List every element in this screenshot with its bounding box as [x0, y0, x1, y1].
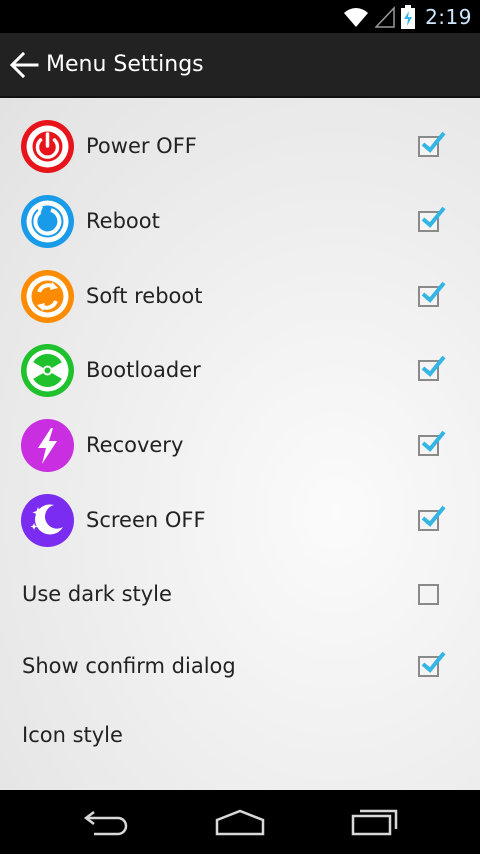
- settings-list[interactable]: Power OFF Reboot Soft reboot Bootloader …: [0, 98, 480, 790]
- nav-home-button[interactable]: [190, 790, 290, 854]
- cell-signal-icon: [375, 6, 395, 28]
- menu-item-label: Bootloader: [86, 358, 201, 382]
- screen-off-icon: [21, 493, 74, 547]
- power-off-checkbox[interactable]: [418, 131, 446, 157]
- nav-recents-icon: [351, 809, 398, 836]
- checkmark-icon: [421, 505, 446, 527]
- checkmark-icon: [421, 355, 446, 377]
- menu-item-recovery[interactable]: Recovery: [0, 408, 480, 482]
- setting-label: Icon style: [22, 723, 123, 747]
- soft-reboot-icon: [21, 269, 74, 323]
- recovery-checkbox[interactable]: [418, 430, 446, 456]
- menu-item-soft-reboot[interactable]: Soft reboot: [0, 259, 480, 333]
- menu-item-label: Soft reboot: [86, 284, 203, 308]
- battery-charging-icon: [401, 5, 416, 29]
- nav-home-icon: [215, 809, 265, 836]
- status-time: 2:19: [425, 5, 472, 29]
- soft-reboot-checkbox[interactable]: [418, 281, 446, 307]
- action-bar: Menu Settings: [0, 33, 480, 98]
- menu-item-label: Recovery: [86, 433, 184, 457]
- confirm-dialog-checkbox[interactable]: [418, 651, 446, 677]
- menu-item-reboot[interactable]: Reboot: [0, 184, 480, 258]
- setting-dark-style[interactable]: Use dark style: [0, 557, 480, 631]
- checkmark-icon: [421, 281, 446, 303]
- bootloader-checkbox[interactable]: [418, 355, 446, 381]
- setting-label: Use dark style: [22, 582, 172, 606]
- checkmark-icon: [421, 430, 446, 452]
- dark-style-checkbox[interactable]: [418, 583, 439, 605]
- menu-item-label: Power OFF: [86, 134, 197, 158]
- reboot-checkbox[interactable]: [418, 206, 446, 232]
- reboot-icon: [21, 194, 74, 248]
- checkmark-icon: [421, 206, 446, 228]
- menu-item-label: Reboot: [86, 209, 160, 233]
- screen-off-checkbox[interactable]: [418, 505, 446, 531]
- setting-confirm-dialog[interactable]: Show confirm dialog: [0, 629, 480, 703]
- status-bar: 2:19: [0, 0, 480, 33]
- setting-icon-style[interactable]: Icon style: [0, 698, 480, 772]
- bootloader-icon: [21, 343, 74, 397]
- checkmark-icon: [421, 131, 446, 153]
- menu-item-screen-off[interactable]: Screen OFF: [0, 483, 480, 557]
- nav-recents-button[interactable]: [324, 790, 424, 854]
- back-button[interactable]: [4, 32, 44, 97]
- recovery-icon: [21, 418, 74, 472]
- page-title: Menu Settings: [46, 52, 204, 77]
- nav-back-icon: [83, 811, 128, 836]
- menu-item-bootloader[interactable]: Bootloader: [0, 333, 480, 407]
- nav-back-button[interactable]: [56, 790, 156, 854]
- power-icon: [21, 119, 74, 173]
- navigation-bar: [0, 790, 480, 854]
- menu-item-power-off[interactable]: Power OFF: [0, 109, 480, 183]
- back-arrow-icon: [9, 51, 39, 78]
- status-icons: 2:19: [343, 3, 472, 31]
- menu-item-label: Screen OFF: [86, 508, 206, 532]
- wifi-icon: [344, 8, 369, 27]
- setting-label: Show confirm dialog: [22, 654, 236, 678]
- checkmark-icon: [421, 651, 446, 673]
